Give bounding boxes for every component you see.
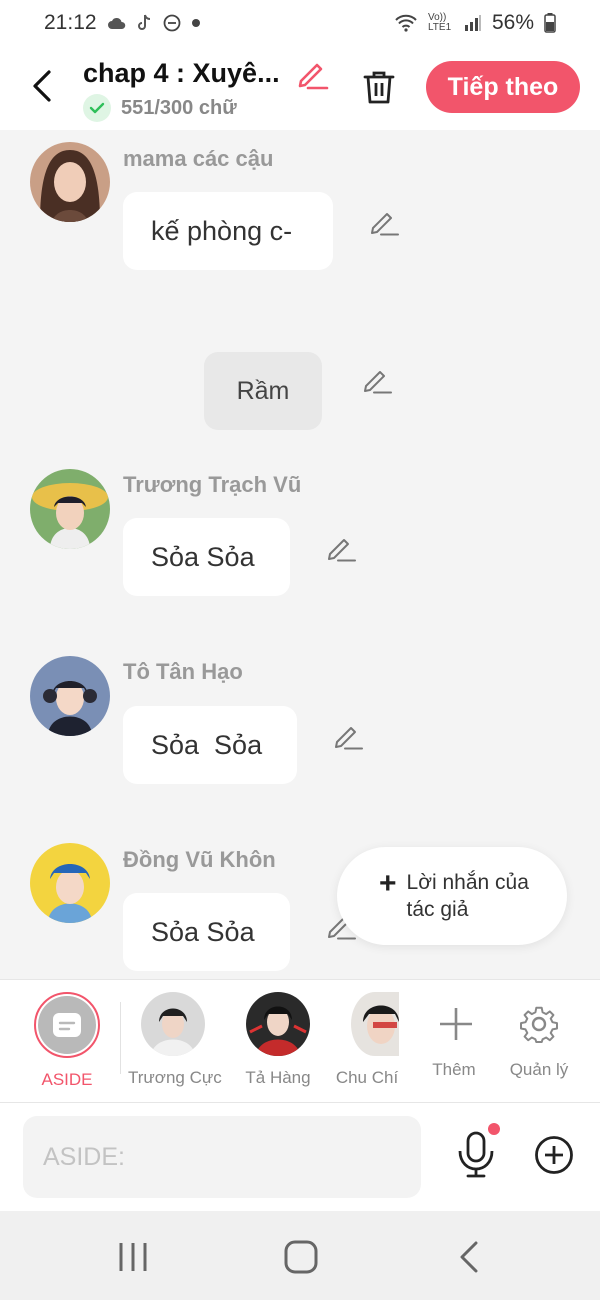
back-button[interactable] [22,64,62,108]
home-button[interactable] [281,1239,321,1275]
avatar[interactable] [30,142,110,222]
avatar[interactable] [30,843,110,923]
pencil-icon [364,371,392,394]
status-left: 21:12 [44,11,201,35]
manage-characters-button[interactable]: Quản lý [505,992,573,1080]
character-label: Chu Chí [335,1068,399,1087]
battery-icon [544,13,556,33]
notification-dot-icon [191,19,200,27]
plus-icon: + [379,867,397,900]
pencil-icon [371,213,399,236]
sender-name: Đồng Vũ Khôn [123,847,276,872]
dnd-icon [163,14,180,32]
microphone-icon [458,1131,494,1178]
message-bubble[interactable]: kế phòng c- [123,192,333,270]
sender-name: mama các cậu [123,146,274,171]
character-item[interactable]: Trương Cực [128,992,222,1088]
edit-message-button[interactable] [332,720,364,752]
character-aside[interactable]: ASIDE [33,992,101,1090]
network-label: Vo)) LTE1 [427,12,452,33]
signal-icon [464,15,481,31]
battery-percent: 56% [491,11,534,34]
status-bar: 21:12 Vo)) LTE1 56% [0,0,600,46]
pencil-icon [328,539,356,562]
character-label: Trương Cực [128,1068,222,1087]
cloud-icon [107,17,125,29]
aside-avatar [34,992,100,1058]
chat-story-editor: 21:12 Vo)) LTE1 56% chap 4 : Xuyê... 551… [0,0,600,1300]
message-bubble[interactable]: Sỏa Sỏa [123,706,297,784]
add-content-button[interactable] [534,1135,574,1175]
wifi-icon [395,14,417,32]
status-time: 21:12 [44,11,97,34]
avatar[interactable] [30,656,110,736]
character-label: Tả Hàng [245,1068,311,1087]
aside-bubble[interactable]: Rầm [204,352,322,430]
edit-message-button[interactable] [368,206,400,238]
recording-indicator [488,1123,500,1135]
input-bar [0,1103,600,1211]
editor-header: chap 4 : Xuyê... 551/300 chữ Tiếp theo [0,46,600,130]
back-arrow-icon [33,70,51,102]
edit-message-button[interactable] [325,532,357,564]
system-nav-bar [0,1211,600,1300]
message-bubble[interactable]: Sỏa Sỏa [123,518,290,596]
message-bubble[interactable]: Sỏa Sỏa [123,893,290,971]
edit-title-button[interactable] [294,56,330,92]
divider [120,1002,121,1074]
status-right: Vo)) LTE1 56% [394,11,556,35]
sender-name: Trương Trạch Vũ [123,472,302,497]
character-item[interactable]: Chu Chí [334,992,400,1088]
gear-icon [520,1006,558,1043]
tiktok-icon [137,14,150,30]
chapter-title[interactable]: chap 4 : Xuyê... [83,58,293,89]
message-input[interactable] [23,1116,421,1198]
aside-icon [53,1013,81,1037]
chat-area[interactable]: mama các cậu kế phòng c- Rầm Trương Trạc… [0,130,600,979]
system-back-button[interactable] [450,1239,490,1275]
add-character-button[interactable]: Thêm [424,992,484,1080]
character-label: ASIDE [41,1070,93,1089]
pencil-icon [298,63,329,90]
plus-icon [440,1008,472,1040]
next-button[interactable]: Tiếp theo [426,61,580,113]
back-chevron-icon [460,1241,478,1273]
delete-button[interactable] [358,66,400,108]
recent-apps-icon [119,1243,147,1271]
word-count-text: 551/300 chữ [121,96,237,119]
voice-input-button[interactable] [455,1127,497,1179]
pencil-icon [335,727,363,750]
check-icon [83,94,111,122]
manage-label: Quản lý [509,1060,569,1079]
word-count: 551/300 chữ [83,94,237,122]
avatar [141,992,205,1056]
avatar [351,992,399,1056]
home-icon [284,1240,318,1274]
author-note-button[interactable]: + Lời nhắn của tác giả [337,847,567,945]
character-bar: ASIDE Trương Cực Tả Hàng Chu Chí Thêm Qu… [0,979,600,1103]
avatar[interactable] [30,469,110,549]
author-note-label: Lời nhắn của tác giả [406,871,529,921]
recent-apps-button[interactable] [113,1239,153,1275]
trash-icon [363,71,395,104]
avatar [246,992,310,1056]
character-item[interactable]: Tả Hàng [234,992,322,1088]
plus-circle-icon [535,1136,573,1174]
add-label: Thêm [432,1060,476,1079]
edit-message-button[interactable] [361,364,393,396]
sender-name: Tô Tân Hạo [123,659,243,684]
